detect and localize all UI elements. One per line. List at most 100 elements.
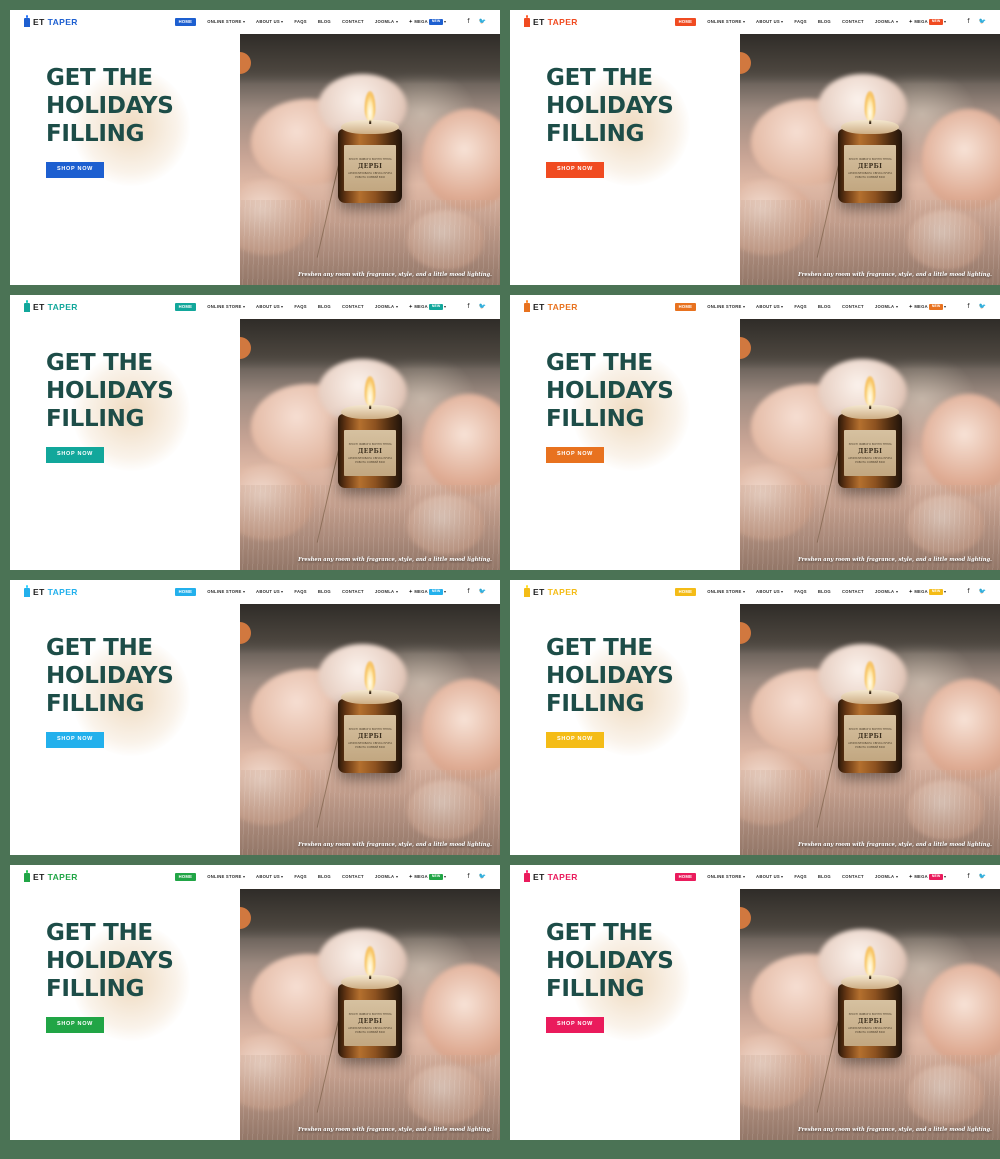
nav-item-home[interactable]: HOME bbox=[674, 588, 697, 596]
nav-item-mega[interactable]: ✦ MEGA NEW bbox=[409, 19, 447, 25]
template-preview-panel-pink[interactable]: ET TAPER HOME ONLINE STORE ABOUT US FAQS BLO… bbox=[510, 865, 1000, 1140]
nav-item-home[interactable]: HOME bbox=[174, 303, 197, 311]
nav-item-online-store[interactable]: ONLINE STORE bbox=[207, 19, 246, 24]
nav-item-about-us[interactable]: ABOUT US bbox=[756, 589, 784, 594]
site-logo[interactable]: ET TAPER bbox=[524, 302, 578, 312]
nav-item-blog[interactable]: BLOG bbox=[818, 19, 831, 24]
nav-item-contact[interactable]: CONTACT bbox=[342, 874, 364, 879]
nav-item-faqs[interactable]: FAQS bbox=[294, 304, 306, 309]
template-preview-panel-green[interactable]: ET TAPER HOME ONLINE STORE ABOUT US FAQS BLO… bbox=[10, 865, 500, 1140]
facebook-icon[interactable]: f bbox=[967, 18, 969, 25]
nav-item-home[interactable]: HOME bbox=[674, 18, 697, 26]
facebook-icon[interactable]: f bbox=[467, 873, 469, 880]
facebook-icon[interactable]: f bbox=[967, 303, 969, 310]
nav-item-blog[interactable]: BLOG bbox=[318, 304, 331, 309]
nav-item-joomla[interactable]: JOOMLA bbox=[875, 19, 898, 24]
shop-now-button[interactable]: SHOP NOW bbox=[546, 732, 605, 748]
shop-now-button[interactable]: SHOP NOW bbox=[546, 162, 605, 178]
nav-item-contact[interactable]: CONTACT bbox=[342, 304, 364, 309]
nav-item-online-store[interactable]: ONLINE STORE bbox=[707, 874, 746, 879]
nav-item-faqs[interactable]: FAQS bbox=[294, 589, 306, 594]
nav-item-about-us[interactable]: ABOUT US bbox=[256, 589, 284, 594]
shop-now-button[interactable]: SHOP NOW bbox=[46, 447, 105, 463]
shop-now-button[interactable]: SHOP NOW bbox=[546, 447, 605, 463]
site-logo[interactable]: ET TAPER bbox=[24, 302, 78, 312]
site-logo[interactable]: ET TAPER bbox=[524, 587, 578, 597]
nav-item-contact[interactable]: CONTACT bbox=[842, 589, 864, 594]
nav-item-contact[interactable]: CONTACT bbox=[842, 874, 864, 879]
template-preview-panel-sky-blue[interactable]: ET TAPER HOME ONLINE STORE ABOUT US FAQS BLO… bbox=[10, 580, 500, 855]
twitter-icon[interactable]: 🐦 bbox=[979, 18, 986, 25]
site-logo[interactable]: ET TAPER bbox=[24, 17, 78, 27]
nav-item-faqs[interactable]: FAQS bbox=[794, 19, 806, 24]
template-preview-panel-blue[interactable]: ET TAPER HOME ONLINE STORE ABOUT US FAQS BLO… bbox=[10, 10, 500, 285]
nav-item-faqs[interactable]: FAQS bbox=[794, 874, 806, 879]
nav-item-faqs[interactable]: FAQS bbox=[794, 589, 806, 594]
nav-item-contact[interactable]: CONTACT bbox=[842, 19, 864, 24]
shop-now-button[interactable]: SHOP NOW bbox=[46, 162, 105, 178]
nav-item-online-store[interactable]: ONLINE STORE bbox=[207, 304, 246, 309]
site-logo[interactable]: ET TAPER bbox=[24, 587, 78, 597]
nav-item-about-us[interactable]: ABOUT US bbox=[756, 304, 784, 309]
nav-item-joomla[interactable]: JOOMLA bbox=[375, 19, 398, 24]
nav-item-mega[interactable]: ✦ MEGA NEW bbox=[409, 589, 447, 595]
nav-item-mega[interactable]: ✦ MEGA NEW bbox=[909, 304, 947, 310]
shop-now-button[interactable]: SHOP NOW bbox=[46, 732, 105, 748]
facebook-icon[interactable]: f bbox=[967, 588, 969, 595]
facebook-icon[interactable]: f bbox=[467, 588, 469, 595]
nav-item-joomla[interactable]: JOOMLA bbox=[375, 874, 398, 879]
nav-item-blog[interactable]: BLOG bbox=[818, 304, 831, 309]
facebook-icon[interactable]: f bbox=[967, 873, 969, 880]
nav-item-home[interactable]: HOME bbox=[174, 18, 197, 26]
nav-item-mega[interactable]: ✦ MEGA NEW bbox=[409, 304, 447, 310]
twitter-icon[interactable]: 🐦 bbox=[479, 303, 486, 310]
nav-item-mega[interactable]: ✦ MEGA NEW bbox=[909, 874, 947, 880]
nav-item-contact[interactable]: CONTACT bbox=[342, 589, 364, 594]
twitter-icon[interactable]: 🐦 bbox=[979, 873, 986, 880]
template-preview-panel-yellow[interactable]: ET TAPER HOME ONLINE STORE ABOUT US FAQS BLO… bbox=[510, 580, 1000, 855]
twitter-icon[interactable]: 🐦 bbox=[479, 873, 486, 880]
nav-item-about-us[interactable]: ABOUT US bbox=[256, 304, 284, 309]
template-preview-panel-orange-red[interactable]: ET TAPER HOME ONLINE STORE ABOUT US FAQS BLO… bbox=[510, 10, 1000, 285]
nav-item-joomla[interactable]: JOOMLA bbox=[375, 589, 398, 594]
nav-item-faqs[interactable]: FAQS bbox=[294, 874, 306, 879]
nav-item-home[interactable]: HOME bbox=[674, 873, 697, 881]
nav-item-contact[interactable]: CONTACT bbox=[842, 304, 864, 309]
nav-item-joomla[interactable]: JOOMLA bbox=[375, 304, 398, 309]
nav-item-online-store[interactable]: ONLINE STORE bbox=[707, 304, 746, 309]
nav-item-online-store[interactable]: ONLINE STORE bbox=[207, 874, 246, 879]
shop-now-button[interactable]: SHOP NOW bbox=[46, 1017, 105, 1033]
site-logo[interactable]: ET TAPER bbox=[24, 872, 78, 882]
nav-item-home[interactable]: HOME bbox=[674, 303, 697, 311]
nav-item-mega[interactable]: ✦ MEGA NEW bbox=[909, 19, 947, 25]
nav-item-blog[interactable]: BLOG bbox=[318, 19, 331, 24]
nav-item-faqs[interactable]: FAQS bbox=[794, 304, 806, 309]
nav-item-online-store[interactable]: ONLINE STORE bbox=[707, 589, 746, 594]
nav-item-online-store[interactable]: ONLINE STORE bbox=[707, 19, 746, 24]
nav-item-joomla[interactable]: JOOMLA bbox=[875, 304, 898, 309]
nav-item-about-us[interactable]: ABOUT US bbox=[256, 874, 284, 879]
nav-item-about-us[interactable]: ABOUT US bbox=[256, 19, 284, 24]
facebook-icon[interactable]: f bbox=[467, 303, 469, 310]
nav-item-blog[interactable]: BLOG bbox=[318, 874, 331, 879]
nav-item-mega[interactable]: ✦ MEGA NEW bbox=[909, 589, 947, 595]
nav-item-online-store[interactable]: ONLINE STORE bbox=[207, 589, 246, 594]
nav-item-faqs[interactable]: FAQS bbox=[294, 19, 306, 24]
nav-item-about-us[interactable]: ABOUT US bbox=[756, 874, 784, 879]
template-preview-panel-orange[interactable]: ET TAPER HOME ONLINE STORE ABOUT US FAQS BLO… bbox=[510, 295, 1000, 570]
site-logo[interactable]: ET TAPER bbox=[524, 17, 578, 27]
shop-now-button[interactable]: SHOP NOW bbox=[546, 1017, 605, 1033]
nav-item-blog[interactable]: BLOG bbox=[318, 589, 331, 594]
nav-item-joomla[interactable]: JOOMLA bbox=[875, 874, 898, 879]
nav-item-blog[interactable]: BLOG bbox=[818, 589, 831, 594]
nav-item-contact[interactable]: CONTACT bbox=[342, 19, 364, 24]
nav-item-about-us[interactable]: ABOUT US bbox=[756, 19, 784, 24]
nav-item-mega[interactable]: ✦ MEGA NEW bbox=[409, 874, 447, 880]
nav-item-joomla[interactable]: JOOMLA bbox=[875, 589, 898, 594]
twitter-icon[interactable]: 🐦 bbox=[979, 588, 986, 595]
nav-item-home[interactable]: HOME bbox=[174, 873, 197, 881]
template-preview-panel-teal[interactable]: ET TAPER HOME ONLINE STORE ABOUT US FAQS BLO… bbox=[10, 295, 500, 570]
site-logo[interactable]: ET TAPER bbox=[524, 872, 578, 882]
twitter-icon[interactable]: 🐦 bbox=[479, 18, 486, 25]
twitter-icon[interactable]: 🐦 bbox=[479, 588, 486, 595]
